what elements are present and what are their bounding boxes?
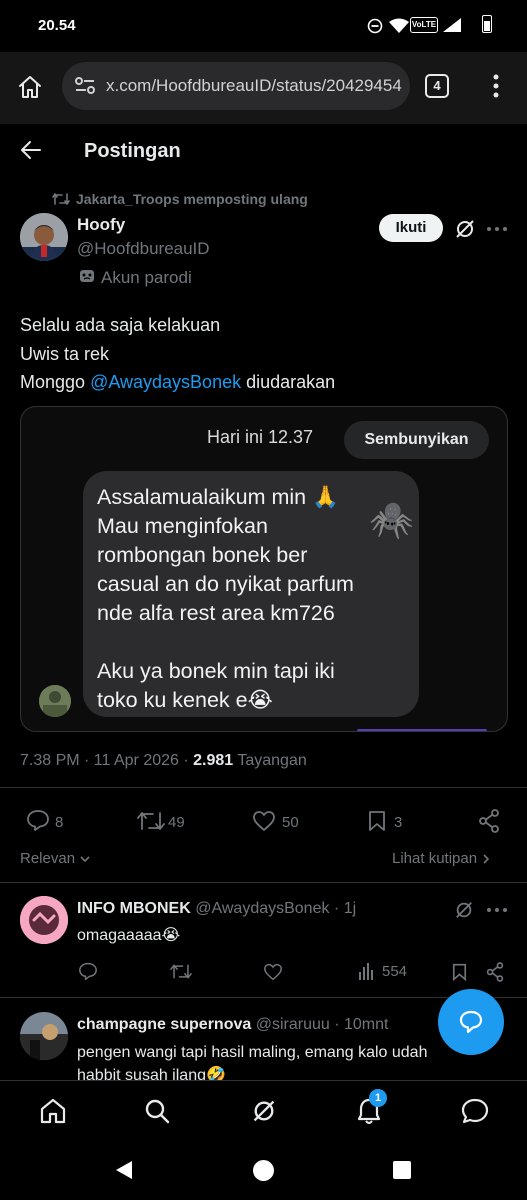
reply-header: INFO MBONEK @AwaydaysBonek · 1j — [77, 900, 356, 918]
follow-button[interactable]: Ikuti — [379, 214, 443, 242]
system-nav — [0, 1140, 527, 1200]
retweet-icon[interactable] — [170, 963, 192, 980]
chat-bubble-icon — [458, 1009, 484, 1035]
share-icon[interactable] — [478, 809, 500, 833]
notification-badge: 1 — [369, 1089, 387, 1107]
nav-search-icon[interactable] — [144, 1098, 170, 1124]
bookmark-count: 3 — [394, 814, 403, 831]
like-icon[interactable] — [252, 810, 276, 832]
more-horizontal-icon[interactable] — [487, 227, 507, 231]
page-title: Postingan — [84, 140, 181, 162]
grok-icon[interactable] — [454, 218, 476, 240]
compose-reply-button[interactable] — [438, 989, 504, 1055]
reply-text: pengen wangi tapi hasil maling, emang ka… — [77, 1044, 428, 1080]
quotes-link[interactable]: Lihat kutipan — [392, 850, 491, 867]
tabs-button[interactable]: 4 — [425, 74, 449, 98]
mention-link[interactable]: @AwaydaysBonek — [90, 372, 241, 392]
reply-header: champagne supernova @siraruuu · 10mnt — [77, 1016, 388, 1034]
reply-icon[interactable] — [78, 962, 98, 980]
view-count: 2.981 — [193, 752, 234, 769]
parody-mask-icon — [79, 268, 95, 284]
tweet-line: Uwis ta rek — [20, 343, 110, 364]
site-settings-icon[interactable] — [74, 76, 96, 96]
grok-icon[interactable] — [454, 900, 474, 920]
browser-toolbar: x.com/HoofdbureauID/status/20429454 4 — [0, 52, 527, 124]
sender-avatar — [39, 685, 71, 717]
nav-home-icon[interactable] — [39, 1098, 67, 1124]
author-name[interactable]: Hoofy — [77, 215, 125, 235]
reply-icon[interactable] — [26, 809, 50, 831]
repost-label[interactable]: Jakarta_Troops memposting ulang — [76, 191, 308, 207]
author-handle[interactable]: @HoofdbureauID — [77, 239, 210, 259]
more-vertical-icon[interactable] — [493, 74, 499, 98]
tweet-text: Selalu ada saja kelakuan Uwis ta rek Mon… — [20, 311, 500, 397]
status-bar: 20.54 VoLTE — [0, 0, 527, 52]
reply-handle[interactable]: @siraruuu · 10mnt — [256, 1016, 389, 1033]
dnd-icon — [367, 18, 383, 34]
nav-messages-icon[interactable] — [461, 1098, 489, 1124]
tweet-line: Monggo @AwaydaysBonek diudarakan — [20, 368, 500, 397]
system-back-icon[interactable] — [114, 1160, 134, 1180]
reply-item[interactable]: INFO MBONEK @AwaydaysBonek · 1j omagaaaa… — [0, 883, 527, 997]
hide-button: Sembunyikan — [344, 421, 489, 459]
url-text[interactable]: x.com/HoofdbureauID/status/20429454 — [106, 76, 402, 96]
share-icon[interactable] — [486, 962, 504, 982]
chevron-right-icon — [481, 853, 491, 865]
battery-icon — [482, 15, 492, 33]
parody-label: Akun parodi — [101, 268, 192, 287]
tweet-text-span: diudarakan — [241, 372, 336, 392]
repost-icon — [52, 192, 70, 206]
reply-text: omagaaaaa😭 — [77, 927, 181, 944]
system-home-icon[interactable] — [253, 1160, 274, 1181]
system-recents-icon[interactable] — [393, 1161, 411, 1179]
post-meta: 7.38 PM · 11 Apr 2026 · 2.981 Tayangan — [20, 752, 307, 770]
reply-avatar[interactable] — [20, 896, 68, 944]
bottom-nav: 1 — [0, 1080, 527, 1140]
tweet-line: Selalu ada saja kelakuan — [20, 315, 221, 335]
divider — [0, 787, 527, 788]
author-avatar[interactable] — [20, 213, 68, 261]
spider-emoji-icon: 🕷️ — [369, 499, 414, 540]
views-icon[interactable] — [358, 963, 374, 980]
signal-icon — [442, 17, 462, 33]
reply-avatar[interactable] — [20, 1012, 68, 1060]
reply-name[interactable]: champagne supernova — [77, 1016, 251, 1033]
like-count: 50 — [282, 814, 299, 831]
home-icon[interactable] — [17, 74, 43, 100]
volte-icon: VoLTE — [410, 17, 438, 33]
sort-label[interactable]: Relevan — [20, 850, 75, 867]
wifi-icon — [389, 18, 409, 34]
url-bar[interactable]: x.com/HoofdbureauID/status/20429454 — [62, 62, 410, 110]
chevron-down-icon — [79, 854, 91, 864]
retweet-count: 49 — [168, 814, 185, 831]
media-bar — [357, 729, 487, 731]
media-timestamp: Hari ini 12.37 — [207, 427, 314, 447]
retweet-icon[interactable] — [137, 810, 165, 832]
reply-count: 8 — [55, 814, 64, 831]
tweet-text-span: Monggo — [20, 372, 91, 392]
status-time: 20.54 — [38, 17, 76, 34]
chat-bubble: Assalamualaikum min 🙏 Mau menginfokan ro… — [83, 471, 419, 717]
bookmark-icon[interactable] — [368, 810, 386, 832]
more-horizontal-icon[interactable] — [487, 908, 507, 912]
media-image[interactable]: Hari ini 12.37 Sembunyikan Assalamualaik… — [20, 406, 508, 732]
quotes-label[interactable]: Lihat kutipan — [392, 850, 477, 867]
reply-name[interactable]: INFO MBONEK — [77, 900, 191, 917]
view-label: Tayangan — [233, 752, 307, 769]
sort-dropdown[interactable]: Relevan — [20, 850, 91, 867]
bookmark-icon[interactable] — [452, 963, 467, 981]
post-time: 7.38 PM · 11 Apr 2026 · — [20, 752, 194, 769]
back-arrow-icon[interactable] — [20, 139, 42, 161]
views-count: 554 — [382, 963, 408, 980]
nav-grok-icon[interactable] — [251, 1098, 277, 1124]
reply-handle[interactable]: @AwaydaysBonek · 1j — [195, 900, 356, 917]
like-icon[interactable] — [263, 963, 283, 981]
